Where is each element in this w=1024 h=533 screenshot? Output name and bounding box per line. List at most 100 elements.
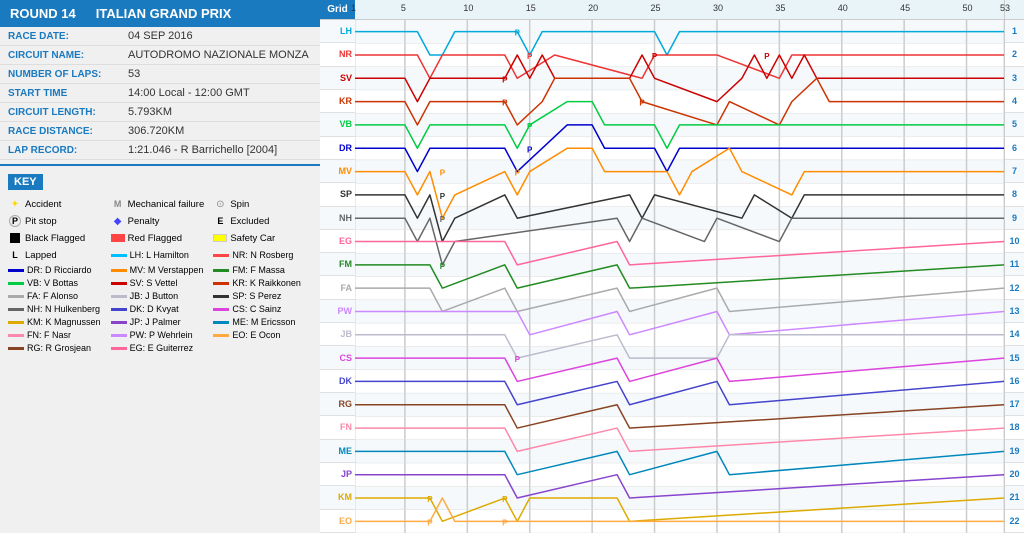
lap-tick: 20 [588,3,598,13]
right-position-label: 7 [1005,160,1024,183]
key-driver-label: NH: N Hulkenberg [27,304,100,314]
key-driver-item: SP: S Perez [213,290,312,302]
svg-text:P: P [427,518,433,527]
right-position-label: 22 [1005,510,1024,533]
key-icon: E [213,214,227,228]
key-driver-label: NR: N Rosberg [232,250,293,260]
key-driver-line [8,334,24,337]
key-driver-item: PW: P Wehrlein [111,329,210,341]
key-driver-item: KR: K Raikkonen [213,277,312,289]
key-item: Black Flagged [8,230,107,246]
key-driver-label: KR: K Raikkonen [232,278,301,288]
row-label: KR [320,90,355,113]
key-driver-label: FN: F Nasr [27,330,71,340]
svg-text:P: P [764,52,770,61]
key-driver-line [111,254,127,257]
key-driver-line [213,321,229,324]
key-driver-item: NH: N Hulkenberg [8,303,107,315]
key-driver-line [111,334,127,337]
key-driver-item: FN: F Nasr [8,329,107,341]
key-icon: L [8,248,22,262]
info-value: AUTODROMO NAZIONALE MONZA [120,46,320,65]
row-label: RG [320,393,355,416]
key-driver-line [8,321,24,324]
info-value: 306.720KM [120,122,320,141]
row-labels: LHNRSVKRVBDRMVSPNHEGFMFAPWJBCSDKRGFNMEJP… [320,20,355,533]
key-label: Pit stop [25,216,57,227]
info-label: CIRCUIT NAME: [0,46,120,65]
right-position-label: 16 [1005,370,1024,393]
key-driver-label: DR: D Ricciardo [27,265,92,275]
key-driver-label: VB: V Bottas [27,278,78,288]
lap-tick: 10 [463,3,473,13]
key-icon [111,231,125,245]
key-driver-label: RG: R Grosjean [27,343,91,353]
row-label: VB [320,113,355,136]
key-item: Safety Car [213,230,312,246]
row-label: ME [320,440,355,463]
svg-text:P: P [527,145,533,154]
key-driver-label: FM: F Massa [232,265,285,275]
lap-tick: 25 [651,3,661,13]
key-driver-item: JP: J Palmer [111,316,210,328]
right-position-label: 12 [1005,276,1024,299]
lap-tick: 5 [401,3,406,13]
key-driver-line [8,347,24,350]
row-label: SP [320,183,355,206]
svg-text:P: P [502,99,508,108]
info-row: RACE DISTANCE:306.720KM [0,122,320,141]
info-row: RACE DATE:04 SEP 2016 [0,27,320,46]
key-driver-line [8,282,24,285]
key-driver-item: SV: S Vettel [111,277,210,289]
svg-text:P: P [639,99,645,108]
key-driver-label: EG: E Guiterrez [130,343,194,353]
key-icon: ◆ [111,214,125,228]
row-label: LH [320,20,355,43]
right-position-label: 4 [1005,90,1024,113]
key-driver-item: MV: M Verstappen [111,264,210,276]
row-label: PW [320,300,355,323]
row-label: KM [320,486,355,509]
key-driver-line [111,321,127,324]
svg-text:P: P [515,355,521,364]
key-driver-line [111,347,127,350]
key-label: Lapped [25,250,57,261]
key-driver-line [8,295,24,298]
svg-text:P: P [440,192,446,201]
key-item: ⊙Spin [213,196,312,212]
key-item: PPit stop [8,213,107,229]
key-driver-item: DK: D Kvyat [111,303,210,315]
info-label: RACE DISTANCE: [0,122,120,141]
key-icon [8,231,22,245]
right-position-label: 10 [1005,230,1024,253]
row-label: JP [320,463,355,486]
key-item: ✦Accident [8,196,107,212]
chart-body: LHNRSVKRVBDRMVSPNHEGFMFAPWJBCSDKRGFNMEJP… [320,20,1024,533]
race-name: ITALIAN GRAND PRIX [96,6,232,21]
key-driver-line [213,282,229,285]
info-value: 1:21.046 - R Barrichello [2004] [120,141,320,160]
row-label: FN [320,416,355,439]
lap-tick: 50 [963,3,973,13]
info-label: RACE DATE: [0,27,120,46]
key-driver-line [213,254,229,257]
svg-text:P: P [515,29,521,38]
key-driver-label: SP: S Perez [232,291,281,301]
key-driver-line [8,269,24,272]
lap-numbers: 1510152025303540455053 [355,0,1004,19]
key-driver-item: NR: N Rosberg [213,247,312,263]
key-driver-item: JB: J Button [111,290,210,302]
key-driver-label: PW: P Wehrlein [130,330,193,340]
key-driver-line [213,334,229,337]
key-label: Excluded [230,216,269,227]
svg-text:P: P [527,52,533,61]
key-label: Spin [230,199,249,210]
right-position-label: 2 [1005,43,1024,66]
info-value: 04 SEP 2016 [120,27,320,46]
key-label: Safety Car [230,233,275,244]
key-item: EExcluded [213,213,312,229]
row-label: MV [320,160,355,183]
key-title: KEY [8,174,43,190]
key-driver-line [111,308,127,311]
key-driver-item: LH: L Hamilton [111,247,210,263]
